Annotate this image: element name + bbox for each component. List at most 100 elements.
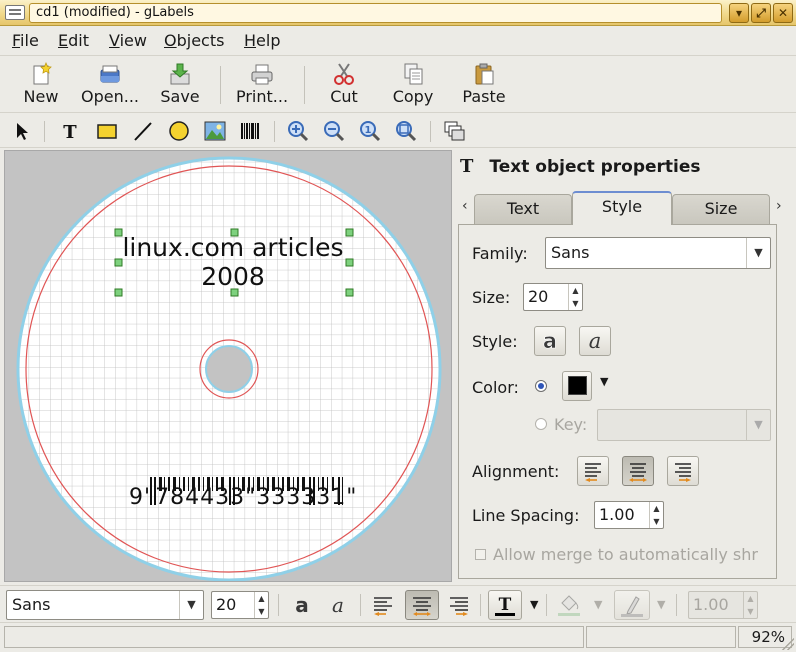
new-document-icon xyxy=(28,61,54,86)
copy-button[interactable]: Copy xyxy=(390,60,436,110)
bold-glyph: a xyxy=(543,329,557,353)
new-label: New xyxy=(23,87,59,106)
status-cursor xyxy=(586,626,736,648)
chevron-down-icon[interactable]: ▼ xyxy=(530,598,538,611)
spin-down-icon[interactable]: ▼ xyxy=(743,605,757,618)
spin-up-icon[interactable]: ▲ xyxy=(743,592,757,605)
align-center-button[interactable] xyxy=(622,456,654,486)
minimize-button[interactable]: ▾ xyxy=(729,3,749,23)
pencil-icon xyxy=(621,596,643,617)
zoom-in-icon[interactable] xyxy=(286,119,310,143)
tab-scroll-left-icon[interactable]: ‹ xyxy=(462,198,468,214)
title-bar: cd1 (modified) - gLabels ▾ ⤢ ✕ xyxy=(0,0,796,26)
paste-button[interactable]: Paste xyxy=(458,60,510,110)
align-center-button[interactable] xyxy=(405,590,439,620)
paint-bucket-icon xyxy=(558,595,580,616)
text-tool-icon[interactable]: T xyxy=(58,119,82,143)
close-button[interactable]: ✕ xyxy=(773,3,793,23)
box-tool-icon[interactable] xyxy=(95,119,119,143)
menu-bar: File Edit View Objects Help xyxy=(0,27,796,54)
chevron-down-icon: ▼ xyxy=(746,238,770,268)
cut-button[interactable]: Cut xyxy=(322,60,366,110)
save-button[interactable]: Save xyxy=(156,60,204,110)
size-spinner[interactable]: 20 ▲ ▼ xyxy=(523,283,583,311)
color-radio[interactable] xyxy=(535,380,547,392)
maximize-button[interactable]: ⤢ xyxy=(751,3,771,23)
spin-up-icon[interactable]: ▲ xyxy=(254,592,268,605)
menu-help[interactable]: Help xyxy=(244,31,280,51)
label-canvas[interactable]: linux.com articles 2008 9"784433"333331" xyxy=(4,150,452,582)
toolbar-separator xyxy=(44,121,45,142)
resize-grip[interactable] xyxy=(782,638,794,650)
spin-up-icon[interactable]: ▲ xyxy=(568,284,582,297)
menu-file[interactable]: File xyxy=(12,31,39,51)
align-left-button[interactable] xyxy=(577,456,609,486)
allow-merge-checkbox[interactable] xyxy=(475,549,486,560)
bold-button[interactable]: a xyxy=(288,591,316,619)
align-left-button[interactable] xyxy=(368,591,398,619)
italic-button[interactable]: a xyxy=(324,591,352,619)
zoom-to-fit-icon[interactable] xyxy=(394,119,418,143)
spin-down-icon[interactable]: ▼ xyxy=(649,515,663,528)
bold-toggle[interactable]: a xyxy=(534,326,566,356)
line-color-button[interactable] xyxy=(614,590,650,620)
zoom-out-icon[interactable] xyxy=(322,119,346,143)
tab-size[interactable]: Size xyxy=(672,194,770,224)
zoom-one-to-one-icon[interactable]: 1 xyxy=(358,119,382,143)
line-spacing-label: Line Spacing: xyxy=(472,506,580,525)
family-combo[interactable]: Sans ▼ xyxy=(545,237,771,269)
line-width-spinner[interactable]: 1.00 ▲ ▼ xyxy=(688,591,758,619)
open-button[interactable]: Open... xyxy=(78,60,142,110)
style-label: Style: xyxy=(472,332,518,351)
color-swatch xyxy=(568,376,587,395)
tab-scroll-right-icon[interactable]: › xyxy=(776,198,782,214)
text-color-glyph: T xyxy=(499,595,512,615)
allow-merge-label: Allow merge to automatically shr xyxy=(493,545,758,564)
print-button[interactable]: Print... xyxy=(232,60,292,110)
align-right-icon xyxy=(675,463,691,482)
chevron-down-icon[interactable]: ▼ xyxy=(594,598,602,611)
family-value: Sans xyxy=(551,243,590,262)
font-size-spinner[interactable]: 20 ▲ ▼ xyxy=(211,591,269,619)
format-toolbar: Sans ▼ 20 ▲ ▼ a a T ▼ ▼ ▼ 1.00 ▲ ▼ xyxy=(0,585,796,623)
spin-down-icon[interactable]: ▼ xyxy=(254,605,268,618)
chevron-down-icon[interactable]: ▼ xyxy=(657,598,665,611)
spin-up-icon[interactable]: ▲ xyxy=(649,502,663,515)
key-combo[interactable]: ▼ xyxy=(597,409,771,441)
cut-label: Cut xyxy=(330,87,358,106)
image-tool-icon[interactable] xyxy=(203,119,227,143)
tab-text[interactable]: Text xyxy=(474,194,572,224)
new-button[interactable]: New xyxy=(18,60,64,110)
align-right-button[interactable] xyxy=(444,591,474,619)
menu-objects[interactable]: Objects xyxy=(164,31,224,51)
save-label: Save xyxy=(160,87,200,106)
barcode-tool-icon[interactable] xyxy=(238,119,262,143)
fill-color-button[interactable] xyxy=(554,591,584,619)
key-radio[interactable] xyxy=(535,418,547,430)
menu-edit[interactable]: Edit xyxy=(58,31,89,51)
label-text-line2: 2008 xyxy=(201,262,265,291)
align-right-button[interactable] xyxy=(667,456,699,486)
select-arrow-icon[interactable] xyxy=(10,119,34,143)
italic-toggle[interactable]: a xyxy=(579,326,611,356)
label-text-object[interactable]: linux.com articles 2008 xyxy=(115,233,351,291)
main-toolbar: New Open... Save Print... Cut Copy Paste xyxy=(0,55,796,113)
menu-view[interactable]: View xyxy=(109,31,147,51)
merge-properties-icon[interactable] xyxy=(442,119,466,143)
save-icon xyxy=(167,62,193,86)
chevron-down-icon[interactable]: ▼ xyxy=(600,375,608,388)
bold-glyph: a xyxy=(295,593,309,617)
ellipse-tool-icon[interactable] xyxy=(167,119,191,143)
line-tool-icon[interactable] xyxy=(131,119,155,143)
window-menu-icon[interactable] xyxy=(5,5,25,20)
tab-style[interactable]: Style xyxy=(572,191,672,225)
color-picker-button[interactable] xyxy=(562,371,592,401)
toolbar-separator xyxy=(220,66,221,104)
line-spacing-spinner[interactable]: 1.00 ▲ ▼ xyxy=(594,501,664,529)
window-title: cd1 (modified) - gLabels xyxy=(29,3,722,23)
toolbar-separator xyxy=(546,594,547,616)
font-family-combo[interactable]: Sans ▼ xyxy=(6,590,204,620)
text-color-button[interactable]: T xyxy=(488,590,522,620)
center-hole xyxy=(205,345,253,393)
spin-down-icon[interactable]: ▼ xyxy=(568,297,582,310)
